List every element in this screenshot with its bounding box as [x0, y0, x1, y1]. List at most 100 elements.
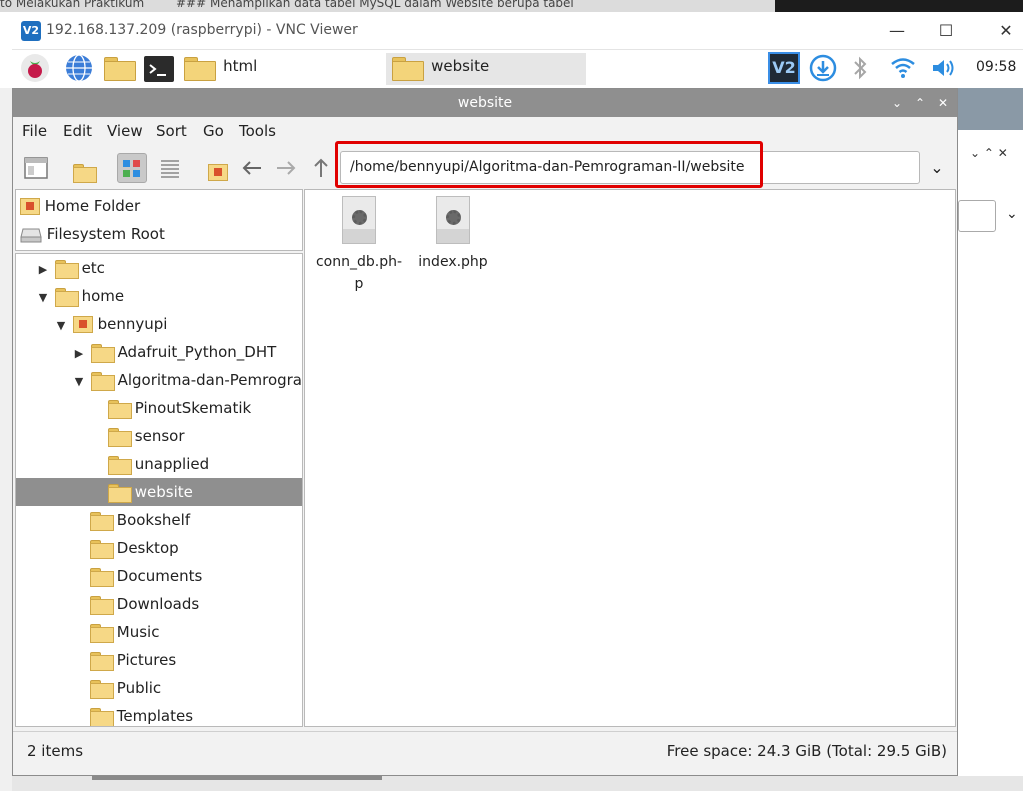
terminal-button[interactable] — [144, 56, 176, 88]
icon-view-icon — [123, 160, 140, 177]
item-count: 2 items — [27, 742, 84, 760]
folder-icon — [104, 57, 136, 81]
wifi-tray-button[interactable] — [888, 53, 918, 85]
taskbar-item-html[interactable]: html — [184, 53, 384, 85]
tree-node-public[interactable]: Public — [90, 674, 161, 702]
tree-node-website[interactable]: website — [16, 478, 302, 506]
home-icon — [208, 164, 228, 181]
back-button[interactable] — [237, 153, 267, 183]
vnc-window-title: 192.168.137.209 (raspberrypi) - VNC View… — [46, 22, 358, 38]
vnc-tray-icon[interactable]: V2 — [768, 52, 800, 84]
tree-node-unapplied[interactable]: unapplied — [108, 450, 209, 478]
address-history-dropdown[interactable]: ⌄ — [922, 153, 952, 183]
new-folder-icon — [73, 164, 97, 183]
vnc-close-button[interactable]: ✕ — [994, 20, 1018, 42]
tree-node-label: etc — [81, 259, 105, 277]
directory-tree: ▶ etc ▼ home ▼ bennyupi ▶ Adafruit_Pytho… — [15, 253, 303, 727]
host-left-edge — [0, 88, 12, 791]
host-browser-strip: to Melakukan Praktikum ### Menampilkan d… — [0, 0, 1023, 12]
folder-icon — [90, 372, 115, 391]
host-background-window: ⌄ ⌃ ✕ ⌄ — [958, 88, 1023, 791]
arrow-up-icon — [314, 158, 328, 177]
tree-node-music[interactable]: Music — [90, 618, 159, 646]
raspberry-menu-button[interactable] — [20, 53, 52, 85]
menu-sort[interactable]: Sort — [156, 122, 187, 140]
host-tab-1[interactable]: to Melakukan Praktikum — [0, 0, 144, 10]
tree-node-etc[interactable]: ▶ etc — [36, 254, 105, 282]
file-manager-window: website ⌄ ⌃ ✕ File Edit View Sort Go Too… — [12, 88, 958, 776]
updates-tray-button[interactable] — [808, 53, 838, 85]
taskbar-item-website[interactable]: website — [386, 53, 586, 85]
file-item[interactable]: index.php — [413, 196, 493, 273]
tree-node-sensor[interactable]: sensor — [108, 422, 185, 450]
place-home-folder[interactable]: Home Folder — [20, 192, 140, 220]
tree-node-label: Downloads — [116, 595, 200, 613]
download-icon — [809, 54, 837, 82]
file-manager-button[interactable] — [104, 57, 138, 89]
web-browser-button[interactable] — [64, 53, 96, 85]
desktop-folder-icon — [90, 540, 114, 559]
expand-arrow-icon[interactable]: ▼ — [36, 284, 50, 312]
fm-close-button[interactable]: ✕ — [932, 89, 954, 117]
icon-view-button[interactable] — [117, 153, 147, 183]
tree-node-label: Desktop — [116, 539, 179, 557]
expand-arrow-icon[interactable]: ▼ — [72, 368, 86, 396]
new-window-button[interactable] — [21, 153, 51, 183]
tree-node-documents[interactable]: Documents — [90, 562, 202, 590]
folder-icon — [54, 260, 79, 279]
host-window-controls[interactable]: ⌄ ⌃ ✕ — [970, 146, 1008, 160]
drive-icon — [20, 228, 42, 242]
tree-node-label: Music — [116, 623, 160, 641]
expand-arrow-icon[interactable]: ▶ — [36, 256, 50, 284]
tree-node-downloads[interactable]: Downloads — [90, 590, 199, 618]
address-highlight-box — [335, 141, 763, 188]
tree-node-pictures[interactable]: Pictures — [90, 646, 176, 674]
tree-node-pinoutskematik[interactable]: PinoutSkematik — [108, 394, 251, 422]
host-dark-area — [775, 0, 1023, 12]
place-filesystem-root[interactable]: Filesystem Root — [20, 220, 165, 248]
list-view-button[interactable] — [155, 153, 185, 183]
chevron-down-icon[interactable]: ⌄ — [1006, 206, 1018, 222]
menu-go[interactable]: Go — [203, 122, 224, 140]
wifi-icon — [891, 58, 915, 78]
folder-icon — [54, 288, 79, 307]
host-tab-2[interactable]: ### Menampilkan data tabel MySQL dalam W… — [176, 0, 574, 10]
menu-edit[interactable]: Edit — [63, 122, 92, 140]
tree-node-home[interactable]: ▼ home — [36, 282, 124, 310]
expand-arrow-icon[interactable]: ▼ — [54, 312, 68, 340]
new-folder-button[interactable] — [69, 156, 99, 186]
host-bottom-strip — [12, 776, 1023, 791]
menu-file[interactable]: File — [22, 122, 47, 140]
tree-node-bennyupi[interactable]: ▼ bennyupi — [54, 310, 167, 338]
volume-tray-button[interactable] — [928, 53, 958, 85]
file-item[interactable]: conn_db.ph- p — [313, 196, 405, 295]
file-name-wrap: p — [354, 276, 364, 292]
home-button[interactable] — [203, 156, 233, 186]
host-input[interactable] — [958, 200, 996, 232]
bluetooth-tray-button[interactable] — [848, 53, 874, 85]
tree-node-bookshelf[interactable]: Bookshelf — [90, 506, 190, 534]
up-button[interactable] — [306, 153, 336, 183]
fm-minimize-button[interactable]: ⌄ — [886, 89, 908, 117]
forward-button[interactable] — [271, 153, 301, 183]
folder-icon — [108, 484, 132, 503]
tree-node-templates[interactable]: Templates — [90, 702, 193, 726]
tree-node-adafruit[interactable]: ▶ Adafruit_Python_DHT — [72, 338, 276, 366]
taskbar-item-label: html — [223, 57, 258, 75]
vnc-maximize-button[interactable]: ☐ — [934, 20, 958, 42]
tree-node-desktop[interactable]: Desktop — [90, 534, 179, 562]
clock[interactable]: 09:58 — [976, 59, 1020, 91]
tree-node-label: Bookshelf — [116, 511, 191, 529]
speaker-icon — [933, 60, 954, 76]
tree-node-algoritma[interactable]: ▼ Algoritma-dan-Pemrograman-II — [72, 366, 302, 396]
folder-icon — [392, 57, 424, 81]
file-name: index.php — [418, 254, 488, 270]
folder-icon — [184, 57, 216, 81]
menu-view[interactable]: View — [107, 122, 143, 140]
php-file-icon — [436, 196, 470, 244]
expand-arrow-icon[interactable]: ▶ — [72, 340, 86, 368]
fm-maximize-button[interactable]: ⌃ — [909, 89, 931, 117]
menu-tools[interactable]: Tools — [239, 122, 276, 140]
vnc-minimize-button[interactable]: — — [885, 20, 909, 42]
tree-node-label: Public — [116, 679, 162, 697]
